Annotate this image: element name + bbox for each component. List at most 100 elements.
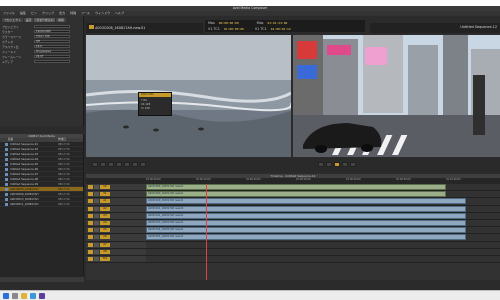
- field-value[interactable]: YCbCr 709: [34, 34, 70, 39]
- track-monitor-button[interactable]: [88, 256, 93, 261]
- tab-info[interactable]: 情報: [56, 18, 66, 22]
- timeline-track[interactable]: A2 A003C011_160817AH.new.01: [86, 205, 500, 213]
- lift-button[interactable]: [334, 162, 340, 167]
- track-monitor-button[interactable]: [88, 192, 93, 197]
- ruler-tick: 01:00:40:00: [346, 178, 361, 181]
- track-lock-button[interactable]: [94, 206, 99, 211]
- menu-window[interactable]: ウィンドウ: [95, 11, 110, 16]
- timeline-clip[interactable]: A003C009_160817AH.new.01: [146, 191, 446, 198]
- bin-item[interactable]: A003C011_160817AH 08/17/16: [0, 202, 83, 207]
- track-name[interactable]: A8: [100, 249, 110, 254]
- step-back-button[interactable]: [132, 162, 138, 167]
- tab-format[interactable]: フォーマット: [34, 18, 56, 22]
- track-lock-button[interactable]: [94, 228, 99, 233]
- timeline-track[interactable]: V1 A003C009_160817AH.new.01: [86, 191, 500, 199]
- mark-in-button[interactable]: [92, 162, 98, 167]
- record-monitor[interactable]: [293, 35, 500, 157]
- go-to-in-button[interactable]: [318, 162, 324, 167]
- source-clip-name[interactable]: A003C008_160817AH.new.01: [95, 26, 145, 30]
- timeline-track[interactable]: TC1: [86, 255, 500, 264]
- track-monitor-button[interactable]: [88, 228, 93, 233]
- track-monitor-button[interactable]: [88, 213, 93, 218]
- splice-button[interactable]: [116, 162, 122, 167]
- track-lock-button[interactable]: [94, 256, 99, 261]
- timeline-track[interactable]: A7: [86, 241, 500, 249]
- track-name[interactable]: TC1: [100, 256, 110, 261]
- track-name[interactable]: V1: [100, 192, 110, 197]
- track-name[interactable]: A7: [100, 242, 110, 247]
- position-indicator[interactable]: [206, 184, 207, 280]
- track-monitor-button[interactable]: [88, 221, 93, 226]
- tab-project[interactable]: プロジェクト: [2, 18, 23, 22]
- track-lock-button[interactable]: [94, 213, 99, 218]
- track-name[interactable]: A2: [100, 206, 110, 211]
- timeline-clip[interactable]: A003C012_160817AH.new.01: [146, 212, 466, 219]
- field-value[interactable]: Progressive: [34, 49, 70, 54]
- source-menu-icon[interactable]: [89, 25, 94, 29]
- track-lock-button[interactable]: [94, 242, 99, 247]
- track-monitor-button[interactable]: [88, 249, 93, 254]
- color-info-panel[interactable]: Color Info Y 64 Cb 128 Cr 128: [138, 92, 172, 116]
- timeline-track[interactable]: A3 A003C012_160817AH.new.01: [86, 212, 500, 220]
- record-sequence-name[interactable]: Untitled Sequence.12: [460, 25, 497, 29]
- track-header: A1: [86, 198, 146, 205]
- field-value[interactable]: 1920x1080: [34, 29, 70, 34]
- track-lock-button[interactable]: [94, 235, 99, 240]
- overwrite-button[interactable]: [124, 162, 130, 167]
- track-monitor-button[interactable]: [88, 185, 93, 190]
- file-explorer-icon[interactable]: [21, 292, 27, 299]
- search-icon[interactable]: [12, 292, 18, 299]
- track-name[interactable]: A4: [100, 221, 110, 226]
- timeline-track[interactable]: V2 A003C008_160817AH.new.01: [86, 184, 500, 192]
- bin-item-name: Untitled Sequence.01: [10, 142, 39, 146]
- play-record-button[interactable]: [350, 162, 356, 167]
- source-monitor[interactable]: Color Info Y 64 Cb 128 Cr 128: [86, 35, 291, 157]
- bin-item-date: 08/17/16: [58, 162, 70, 166]
- field-value[interactable]: Off: [34, 39, 70, 44]
- track-lock-button[interactable]: [94, 249, 99, 254]
- track-lock-button[interactable]: [94, 199, 99, 204]
- tab-settings[interactable]: 設定: [23, 18, 34, 22]
- track-lock-button[interactable]: [94, 192, 99, 197]
- track-lock-button[interactable]: [94, 221, 99, 226]
- timeline-clip[interactable]: A003C013_160817AH.new.01: [146, 220, 466, 227]
- track-monitor-button[interactable]: [88, 242, 93, 247]
- sequence-icon: [5, 202, 8, 206]
- browser-icon[interactable]: [30, 292, 36, 299]
- track-name[interactable]: A1: [100, 199, 110, 204]
- menu-help[interactable]: ヘルプ: [115, 11, 124, 16]
- track-monitor-button[interactable]: [88, 206, 93, 211]
- timeline-track[interactable]: A8: [86, 248, 500, 256]
- extract-button[interactable]: [342, 162, 348, 167]
- timeline-track[interactable]: A4 A003C013_160817AH.new.01: [86, 219, 500, 228]
- track-name[interactable]: A5: [100, 228, 110, 233]
- mark-out-button[interactable]: [100, 162, 106, 167]
- track-monitor-button[interactable]: [88, 235, 93, 240]
- track-name[interactable]: A6: [100, 235, 110, 240]
- track-lock-button[interactable]: [94, 185, 99, 190]
- column-name[interactable]: 名前: [0, 138, 58, 142]
- track-monitor-button[interactable]: [88, 199, 93, 204]
- field-value[interactable]: [34, 59, 70, 64]
- go-to-out-button[interactable]: [326, 162, 332, 167]
- track-name[interactable]: V2: [100, 185, 110, 190]
- timeline-clip[interactable]: A003C011_160817AH.new.01: [146, 205, 466, 212]
- column-date[interactable]: 作成日: [58, 138, 82, 142]
- timeline-track[interactable]: A1 A003C010_160817AH.new.01: [86, 198, 500, 206]
- play-button[interactable]: [108, 162, 114, 167]
- avid-app-icon[interactable]: [39, 292, 45, 299]
- timeline-clip[interactable]: A003C014_160817AH.new.01: [146, 227, 466, 234]
- timeline-clip[interactable]: A003C008_160817AH.new.01: [146, 184, 446, 191]
- start-icon[interactable]: [3, 292, 9, 299]
- step-forward-button[interactable]: [140, 162, 146, 167]
- timeline-track[interactable]: A6 A003C015_160817AH.new.01: [86, 234, 500, 242]
- field-value[interactable]: [34, 24, 70, 29]
- timeline-track[interactable]: A5 A003C014_160817AH.new.01: [86, 227, 500, 235]
- track-header: A6: [86, 234, 146, 241]
- field-value[interactable]: 29.97: [34, 54, 70, 59]
- timeline-ruler[interactable]: 01:00:00:00 01:00:10:00 01:00:20:00 01:0…: [86, 178, 500, 184]
- track-name[interactable]: A3: [100, 213, 110, 218]
- timeline-clip[interactable]: A003C010_160817AH.new.01: [146, 198, 466, 205]
- timeline-clip[interactable]: A003C015_160817AH.new.01: [146, 234, 466, 241]
- field-value[interactable]: 16:9: [34, 44, 70, 49]
